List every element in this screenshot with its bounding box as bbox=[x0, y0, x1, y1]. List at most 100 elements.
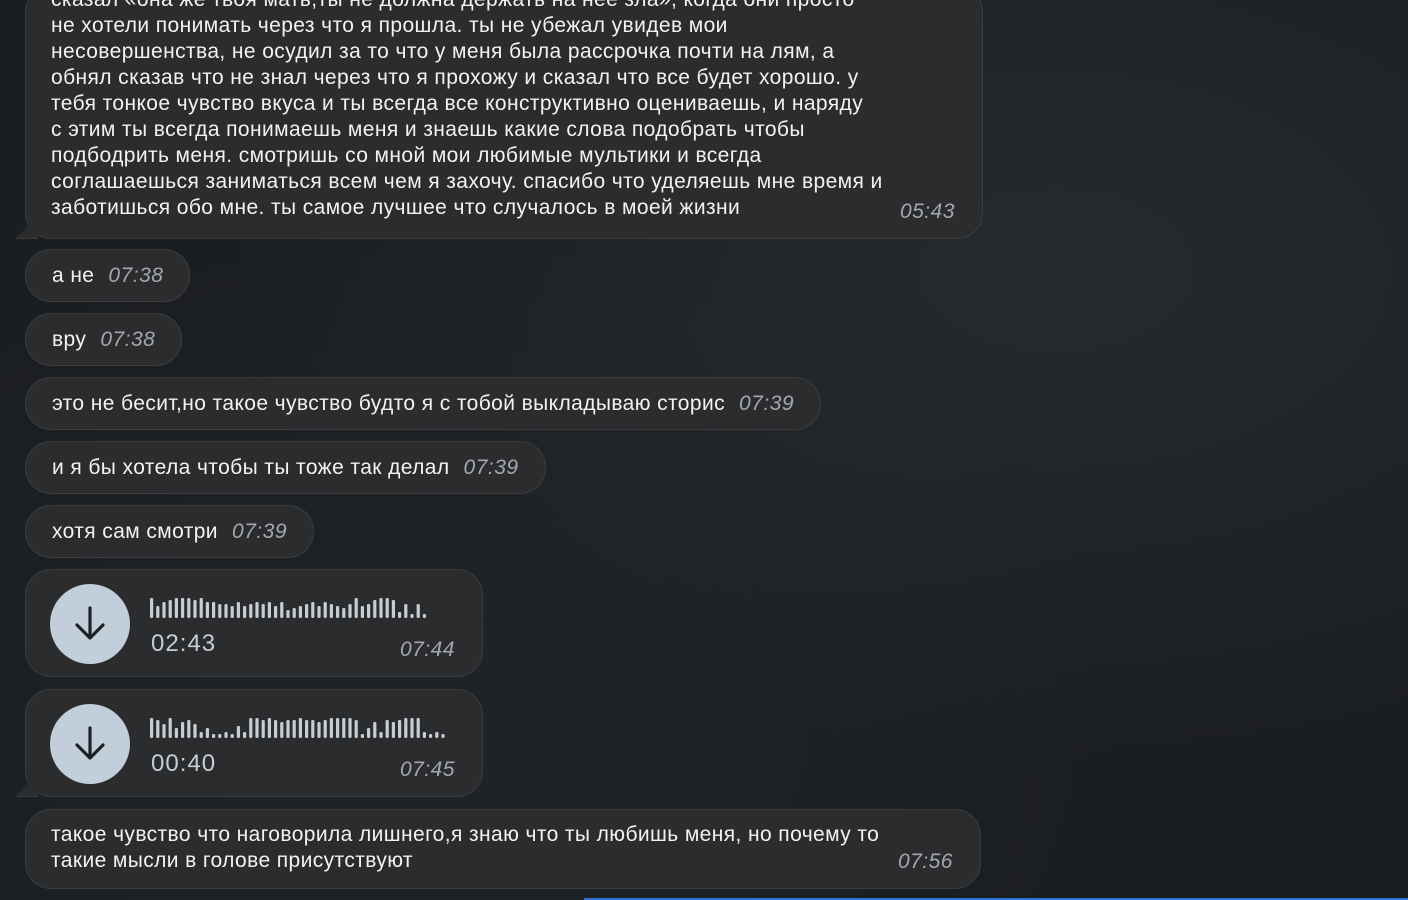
waveform-bar bbox=[354, 720, 358, 738]
message-bubble: сказал «она же твоя мать,ты не должна де… bbox=[25, 0, 983, 239]
message-time: 07:39 bbox=[463, 455, 519, 479]
waveform-bar bbox=[336, 718, 340, 738]
message-bubble: а не 07:38 bbox=[25, 249, 191, 302]
waveform-bar bbox=[150, 718, 154, 738]
waveform-bar bbox=[391, 722, 395, 738]
waveform-bar bbox=[329, 718, 333, 738]
waveform-bar bbox=[416, 718, 420, 738]
waveform-bar bbox=[398, 720, 402, 738]
waveform-bar bbox=[360, 606, 364, 618]
waveform-bar bbox=[348, 718, 352, 738]
waveform-bar bbox=[274, 606, 278, 618]
waveform-bar bbox=[391, 600, 395, 618]
message-time: 07:45 bbox=[399, 758, 455, 781]
message-bubble: и я бы хотела чтобы ты тоже так делал 07… bbox=[25, 441, 546, 494]
waveform-bar bbox=[267, 718, 271, 738]
waveform-bar bbox=[416, 604, 420, 618]
message-bubble: хотя сам смотри 07:39 bbox=[25, 505, 315, 558]
waveform-bar bbox=[150, 598, 154, 618]
message-bubble: это не бесит,но такое чувство будто я с … bbox=[25, 377, 822, 430]
waveform-bar bbox=[398, 612, 402, 618]
voice-message: 02:43 07:44 bbox=[25, 569, 483, 677]
voice-duration: 00:40 bbox=[151, 750, 217, 777]
waveform-bar bbox=[249, 718, 253, 738]
waveform-bar bbox=[435, 732, 439, 738]
waveform-bar bbox=[336, 606, 340, 618]
waveform-bar bbox=[181, 598, 185, 618]
message-bubble: вру 07:38 bbox=[25, 313, 183, 366]
voice-waveform[interactable] bbox=[150, 716, 450, 740]
waveform-bar bbox=[367, 604, 371, 618]
message-text: и я бы хотела чтобы ты тоже так делал bbox=[52, 455, 450, 479]
waveform-bar bbox=[205, 602, 209, 618]
message-text: такое чувство что наговорила лишнего,я з… bbox=[51, 823, 880, 872]
waveform-bar bbox=[305, 720, 309, 738]
waveform-bar bbox=[385, 598, 389, 618]
waveform-bar bbox=[162, 602, 166, 618]
waveform-bar bbox=[292, 608, 296, 618]
waveform-bar bbox=[379, 598, 383, 618]
waveform-bar bbox=[360, 734, 364, 738]
waveform-bar bbox=[181, 722, 185, 738]
message-bubble: такое чувство что наговорила лишнего,я з… bbox=[25, 809, 981, 889]
message-time: 05:43 bbox=[899, 200, 955, 223]
waveform-bar bbox=[305, 604, 309, 618]
waveform-bar bbox=[243, 606, 247, 618]
waveform-bar bbox=[274, 720, 278, 738]
waveform-bar bbox=[410, 614, 414, 618]
waveform-bar bbox=[236, 602, 240, 618]
waveform-bar bbox=[348, 604, 352, 618]
voice-waveform[interactable] bbox=[150, 596, 450, 620]
waveform-bar bbox=[286, 610, 290, 618]
waveform-bar bbox=[298, 718, 302, 738]
waveform-bar bbox=[218, 604, 222, 618]
waveform-bar bbox=[429, 734, 433, 738]
waveform-bar bbox=[292, 720, 296, 738]
waveform-bar bbox=[311, 720, 315, 738]
waveform-bar bbox=[367, 728, 371, 738]
waveform-bar bbox=[373, 600, 377, 618]
message-time: 07:38 bbox=[100, 327, 156, 351]
waveform-bar bbox=[193, 600, 197, 618]
waveform-bar bbox=[236, 726, 240, 738]
waveform-bar bbox=[187, 720, 191, 738]
waveform-bar bbox=[174, 728, 178, 738]
waveform-bar bbox=[267, 602, 271, 618]
message-text: вру bbox=[52, 327, 87, 351]
waveform-bar bbox=[193, 724, 197, 738]
message-time: 07:39 bbox=[739, 391, 795, 415]
download-button[interactable] bbox=[50, 704, 130, 784]
waveform-bar bbox=[342, 608, 346, 618]
waveform-bar bbox=[385, 720, 389, 738]
waveform-bar bbox=[422, 732, 426, 738]
message-time: 07:39 bbox=[231, 519, 288, 543]
waveform-bar bbox=[230, 734, 234, 738]
waveform-bar bbox=[280, 722, 284, 738]
waveform-bar bbox=[174, 598, 178, 618]
download-button[interactable] bbox=[50, 584, 130, 664]
waveform-bar bbox=[317, 722, 321, 738]
waveform-bar bbox=[218, 734, 222, 738]
message-text: хотя сам смотри bbox=[52, 519, 218, 543]
waveform-bar bbox=[156, 606, 160, 618]
waveform-bar bbox=[329, 604, 333, 618]
waveform-bar bbox=[162, 724, 166, 738]
waveform-bar bbox=[205, 728, 209, 738]
waveform-bar bbox=[168, 600, 172, 618]
waveform-bar bbox=[212, 602, 216, 618]
waveform-bar bbox=[422, 614, 426, 618]
waveform-bar bbox=[311, 602, 315, 618]
waveform-bar bbox=[243, 732, 247, 738]
waveform-bar bbox=[168, 718, 172, 738]
waveform-bar bbox=[317, 606, 321, 618]
waveform-bar bbox=[286, 720, 290, 738]
waveform-bar bbox=[212, 734, 216, 738]
waveform-bar bbox=[199, 732, 203, 738]
message-time: 07:56 bbox=[897, 850, 953, 873]
waveform-bar bbox=[249, 604, 253, 618]
waveform-bar bbox=[404, 604, 408, 618]
waveform-bar bbox=[199, 598, 203, 618]
chat-area: сказал «она же твоя мать,ты не должна де… bbox=[0, 0, 1408, 900]
waveform-bar bbox=[323, 602, 327, 618]
waveform-bar bbox=[379, 732, 383, 738]
